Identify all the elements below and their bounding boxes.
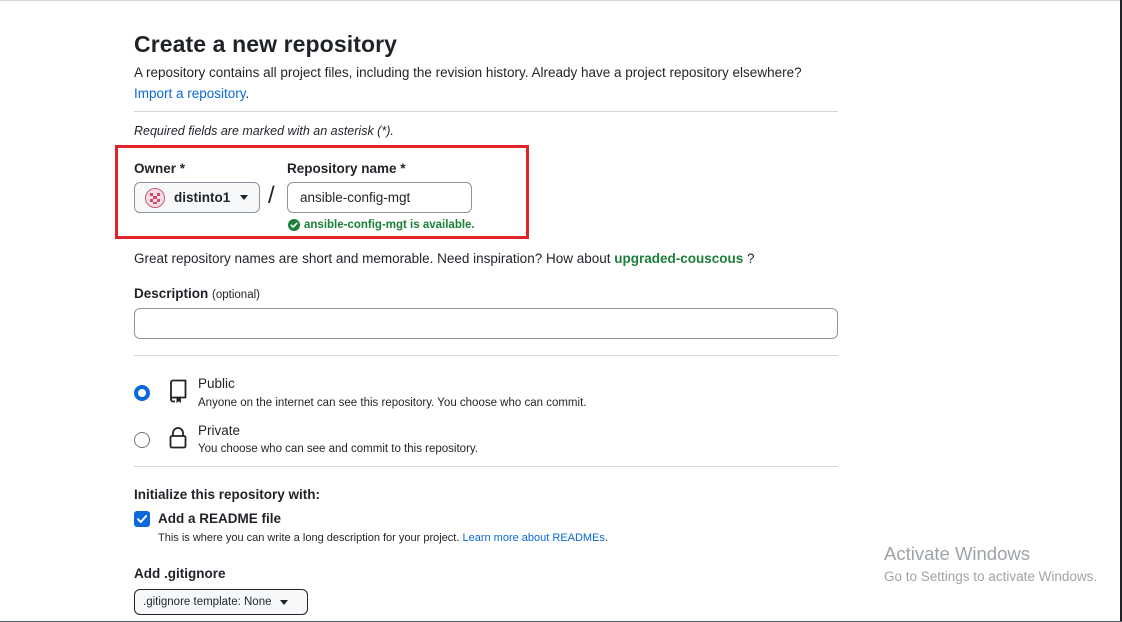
owner-select-button[interactable]: distinto1 — [134, 182, 260, 213]
chevron-down-icon — [279, 599, 288, 605]
repository-name-label: Repository name * — [287, 161, 406, 176]
import-link-label[interactable]: Import a repository — [134, 86, 246, 101]
owner-label: Owner * — [134, 161, 186, 176]
import-link-period: . — [245, 86, 250, 101]
repository-name-input[interactable] — [287, 182, 472, 213]
availability-text: ansible-config-mgt is available. — [304, 219, 475, 231]
gitignore-label: Add .gitignore — [134, 566, 226, 581]
lock-icon — [167, 426, 189, 455]
checkmark-icon — [137, 515, 148, 523]
availability-message: ansible-config-mgt is available. — [288, 219, 475, 231]
readme-description-text: This is where you can write a long descr… — [158, 532, 460, 544]
public-title: Public — [198, 376, 235, 391]
suggested-name-link[interactable]: upgraded-couscous — [614, 251, 743, 266]
private-radio[interactable] — [134, 432, 150, 448]
learn-more-readmes-link[interactable]: Learn more about READMEs — [462, 532, 604, 544]
inspiration-suffix: ? — [747, 251, 755, 266]
gitignore-template-select[interactable]: .gitignore template: None — [134, 589, 308, 615]
owner-name: distinto1 — [174, 190, 231, 205]
chevron-down-icon — [240, 195, 249, 200]
divider — [134, 466, 838, 467]
readme-title: Add a README file — [158, 511, 282, 526]
readme-link-period: . — [604, 532, 608, 544]
readme-checkbox[interactable] — [134, 511, 150, 527]
name-inspiration: Great repository names are short and mem… — [134, 251, 755, 266]
window-top-border — [0, 0, 1122, 1]
activate-windows-title: Activate Windows — [884, 543, 1030, 564]
owner-repo-separator: / — [268, 182, 275, 209]
identicon-avatar-icon — [145, 187, 165, 208]
description-label: Description (optional) — [134, 286, 260, 301]
required-fields-note: Required fields are marked with an aster… — [134, 124, 394, 138]
inspiration-text: Great repository names are short and mem… — [134, 251, 611, 266]
divider — [134, 111, 838, 112]
repo-icon — [167, 379, 189, 408]
initialize-label: Initialize this repository with: — [134, 487, 321, 502]
optional-tag: (optional) — [212, 289, 260, 301]
gitignore-select-label: .gitignore template: None — [143, 596, 272, 608]
description-label-text: Description — [134, 286, 209, 301]
public-description: Anyone on the internet can see this repo… — [198, 397, 587, 409]
description-input[interactable] — [134, 308, 838, 339]
activate-windows-subtitle: Go to Settings to activate Windows. — [884, 569, 1098, 584]
check-circle-icon — [288, 219, 300, 231]
divider — [134, 355, 838, 356]
private-title: Private — [198, 423, 241, 438]
import-repository-link[interactable]: Import a repository. — [134, 86, 249, 101]
public-radio[interactable] — [134, 385, 150, 401]
private-description: You choose who can see and commit to thi… — [198, 443, 478, 455]
page-title: Create a new repository — [134, 31, 398, 57]
readme-description: This is where you can write a long descr… — [158, 532, 608, 544]
page-subtitle: A repository contains all project files,… — [134, 65, 802, 80]
